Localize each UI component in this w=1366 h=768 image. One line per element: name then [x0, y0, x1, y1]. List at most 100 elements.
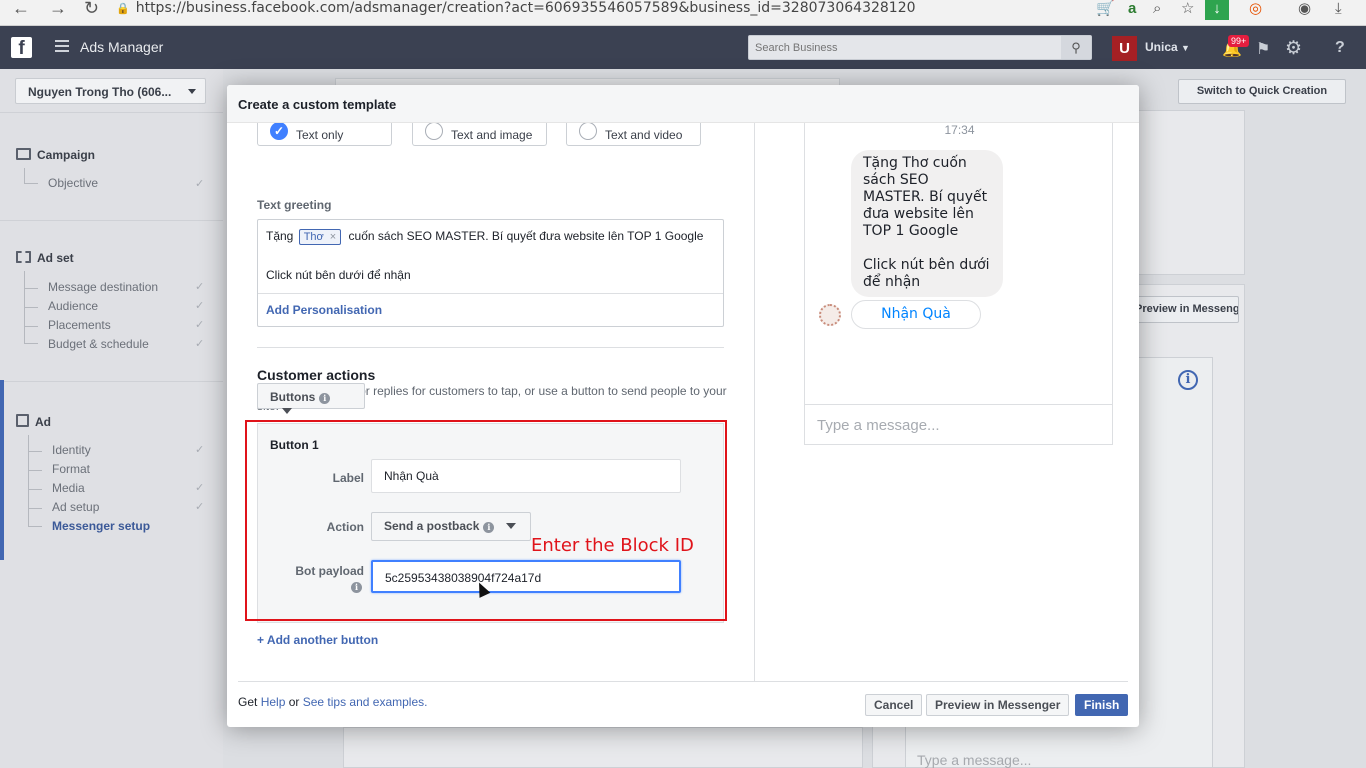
- sidebar-item-messenger-setup[interactable]: Messenger setup: [52, 519, 150, 533]
- sidebar-item-format[interactable]: Format: [52, 462, 90, 476]
- sidebar-item-message-destination[interactable]: Message destination: [48, 280, 158, 294]
- sidebar-item-objective[interactable]: Objective: [48, 176, 98, 190]
- tree-line: [24, 288, 38, 289]
- personalisation-token[interactable]: Thơ ×: [298, 229, 342, 245]
- back-icon[interactable]: ←: [12, 0, 30, 17]
- cart-extension-icon[interactable]: 🛒: [1096, 0, 1115, 18]
- dialog-footer: Get Help or See tips and examples. Cance…: [238, 681, 1129, 727]
- bookmark-star-icon[interactable]: ☆: [1181, 0, 1194, 18]
- extension-a-icon[interactable]: a: [1128, 0, 1136, 18]
- buttons-type-select[interactable]: Buttons i: [257, 383, 365, 414]
- tree-line: [28, 451, 42, 452]
- sidebar-item-budget-schedule[interactable]: Budget & schedule: [48, 337, 149, 351]
- campaign-icon: [16, 148, 31, 160]
- tips-link[interactable]: See tips and examples.: [303, 695, 428, 709]
- token-text: Thơ: [303, 231, 324, 243]
- select-value: Buttons: [270, 390, 316, 404]
- user-menu[interactable]: Unica ▼: [1145, 40, 1190, 54]
- sidebar-item-audience[interactable]: Audience: [48, 299, 98, 313]
- custom-template-dialog: Create a custom template ✓ Text only Text…: [227, 85, 1139, 727]
- info-icon[interactable]: i: [1178, 370, 1198, 390]
- url-text: https://business.facebook.com/adsmanager…: [135, 0, 916, 16]
- lock-icon: 🔒: [116, 2, 130, 15]
- finish-button[interactable]: Finish: [1075, 694, 1129, 716]
- footer-help-text: Get Help or See tips and examples.: [238, 695, 427, 709]
- avatar[interactable]: U: [1112, 36, 1137, 61]
- add-another-button[interactable]: + Add another button: [257, 633, 378, 647]
- campaign-title: Campaign: [37, 148, 96, 162]
- divider: [754, 123, 755, 681]
- adset-icon: [16, 251, 31, 263]
- extension-c-icon[interactable]: ◎: [1249, 0, 1262, 18]
- switch-quick-creation-button[interactable]: Switch to Quick Creation: [1178, 79, 1346, 104]
- check-icon: ✓: [195, 178, 205, 190]
- footer-or: or: [288, 695, 300, 709]
- background-preview-button[interactable]: Preview in Messenger: [1126, 296, 1239, 323]
- info-icon: i: [319, 393, 331, 404]
- zoom-icon[interactable]: ⌕: [1153, 0, 1161, 18]
- tree-line: [28, 435, 29, 526]
- radio-icon: [579, 123, 597, 140]
- ad-icon: [16, 414, 29, 427]
- check-icon: ✓: [195, 281, 205, 293]
- adset-heading[interactable]: Ad set: [16, 251, 74, 265]
- close-icon[interactable]: ×: [330, 231, 336, 243]
- bubble-text: Click nút bên dưới để nhận: [863, 257, 990, 290]
- campaign-heading[interactable]: Campaign: [16, 148, 95, 162]
- help-icon[interactable]: ?: [1335, 39, 1345, 57]
- flag-icon[interactable]: ⚑: [1256, 39, 1270, 59]
- help-link[interactable]: Help: [261, 695, 286, 709]
- download-extension-icon[interactable]: ↓: [1205, 0, 1229, 20]
- gear-icon[interactable]: ⚙: [1285, 37, 1302, 60]
- greeting-line-2: Click nút bên dưới để nhận: [266, 268, 411, 282]
- check-icon: ✓: [195, 501, 205, 513]
- adset-title: Ad set: [37, 251, 74, 265]
- text-greeting-input[interactable]: Tặng Thơ × cuốn sách SEO MASTER. Bí quyết…: [257, 219, 724, 327]
- address-bar[interactable]: 🔒 https://business.facebook.com/adsmanage…: [116, 0, 1091, 16]
- menu-icon[interactable]: [55, 40, 69, 52]
- format-option-text-only[interactable]: ✓ Text only: [257, 123, 392, 146]
- check-icon: ✓: [195, 482, 205, 494]
- ad-section: Ad Identity Format Media Ad setup Messen…: [0, 381, 223, 561]
- sidebar-item-ad-setup[interactable]: Ad setup: [52, 500, 99, 514]
- top-navigation: f Ads Manager ⚲ U Unica ▼ 🔔 99+ ⚑ ⚙ ?: [0, 26, 1366, 69]
- ad-heading[interactable]: Ad: [16, 414, 51, 429]
- notification-badge: 99+: [1228, 35, 1250, 47]
- checkmark-icon: ✓: [270, 123, 288, 140]
- add-personalisation-button[interactable]: Add Personalisation: [258, 293, 723, 326]
- tree-line: [24, 326, 38, 327]
- sidebar-item-placements[interactable]: Placements: [48, 318, 111, 332]
- facebook-logo-icon[interactable]: f: [11, 37, 32, 58]
- message-input[interactable]: Type a message...: [805, 404, 1112, 444]
- tree-line: [28, 508, 42, 509]
- format-option-text-video[interactable]: Text and video: [566, 123, 701, 146]
- quick-reply-button[interactable]: Nhận Quà: [851, 300, 981, 329]
- background-card: [343, 727, 863, 768]
- account-selector[interactable]: Nguyen Trong Tho (606...: [15, 78, 206, 104]
- active-indicator: [0, 380, 4, 560]
- tree-line: [24, 343, 38, 344]
- browser-toolbar: ← → ↻ 🔒 https://business.facebook.com/ads…: [0, 0, 1366, 26]
- download-icon[interactable]: ⤓: [1335, 0, 1342, 18]
- account-name: Nguyen Trong Tho (606...: [28, 85, 172, 99]
- footer-get: Get: [238, 695, 258, 709]
- chevron-down-icon: ▼: [1181, 43, 1190, 53]
- sidebar-item-identity[interactable]: Identity: [52, 443, 91, 457]
- profile-icon[interactable]: ◉: [1298, 0, 1311, 18]
- reload-icon[interactable]: ↻: [84, 0, 99, 17]
- format-option-text-image[interactable]: Text and image: [412, 123, 547, 146]
- search-icon[interactable]: ⚲: [1061, 36, 1091, 59]
- background-message-placeholder: Type a message...: [917, 752, 1032, 768]
- chevron-down-icon: [282, 408, 292, 414]
- text-greeting-label: Text greeting: [257, 198, 332, 212]
- sidebar-item-media[interactable]: Media: [52, 481, 85, 495]
- radio-icon: [425, 123, 443, 140]
- search-input[interactable]: [749, 36, 1049, 59]
- format-label: Text and video: [605, 128, 683, 142]
- format-label: Text and image: [451, 128, 533, 142]
- forward-icon[interactable]: →: [49, 0, 67, 17]
- business-search: ⚲: [748, 35, 1092, 60]
- preview-in-messenger-button[interactable]: Preview in Messenger: [926, 694, 1070, 716]
- message-bubble: Tặng Thơ cuốn sách SEO MASTER. Bí quyết …: [851, 150, 1003, 297]
- cancel-button[interactable]: Cancel: [865, 694, 923, 716]
